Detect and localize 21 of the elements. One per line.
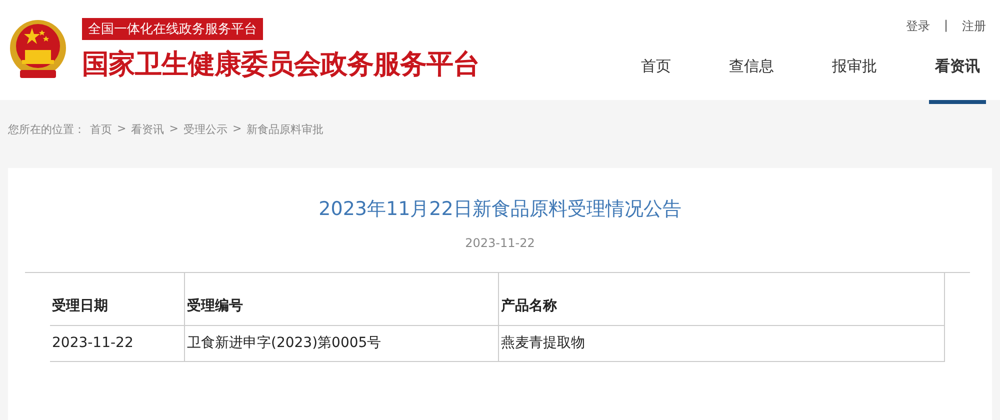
table-cell: 卫食新进申字(2023)第0005号 [184,325,498,361]
table-cell: 燕麦青提取物 [498,325,944,361]
platform-badge: 全国一体化在线政务服务平台 [82,18,263,40]
breadcrumb-separator: > [232,122,242,137]
separator-text: | [944,18,948,34]
breadcrumb-separator: > [117,122,126,137]
nav-tab[interactable]: 查信息 [723,49,780,104]
account-link[interactable]: 注册 [962,18,986,35]
column-header: 受理编号 [184,273,498,325]
article-date: 2023-11-22 [464,236,536,250]
column-header: 产品名称 [498,273,944,325]
breadcrumb-label: 您所在的位置： [8,122,85,138]
column-header: 受理日期 [50,273,184,325]
account-link[interactable]: 登录 [906,18,930,35]
site-title: 国家卫生健康委员会政务服务平台 [82,48,480,82]
nav-tab[interactable]: 首页 [635,49,677,104]
article-title: 2023年11月22日新食品原料受理情况公告 [318,197,682,222]
breadcrumb-separator: > [169,122,178,137]
nav-tab[interactable]: 报审批 [826,49,883,104]
table-cell: 2023-11-22 [50,325,184,361]
nav-tab[interactable]: 看资讯 [929,49,986,104]
